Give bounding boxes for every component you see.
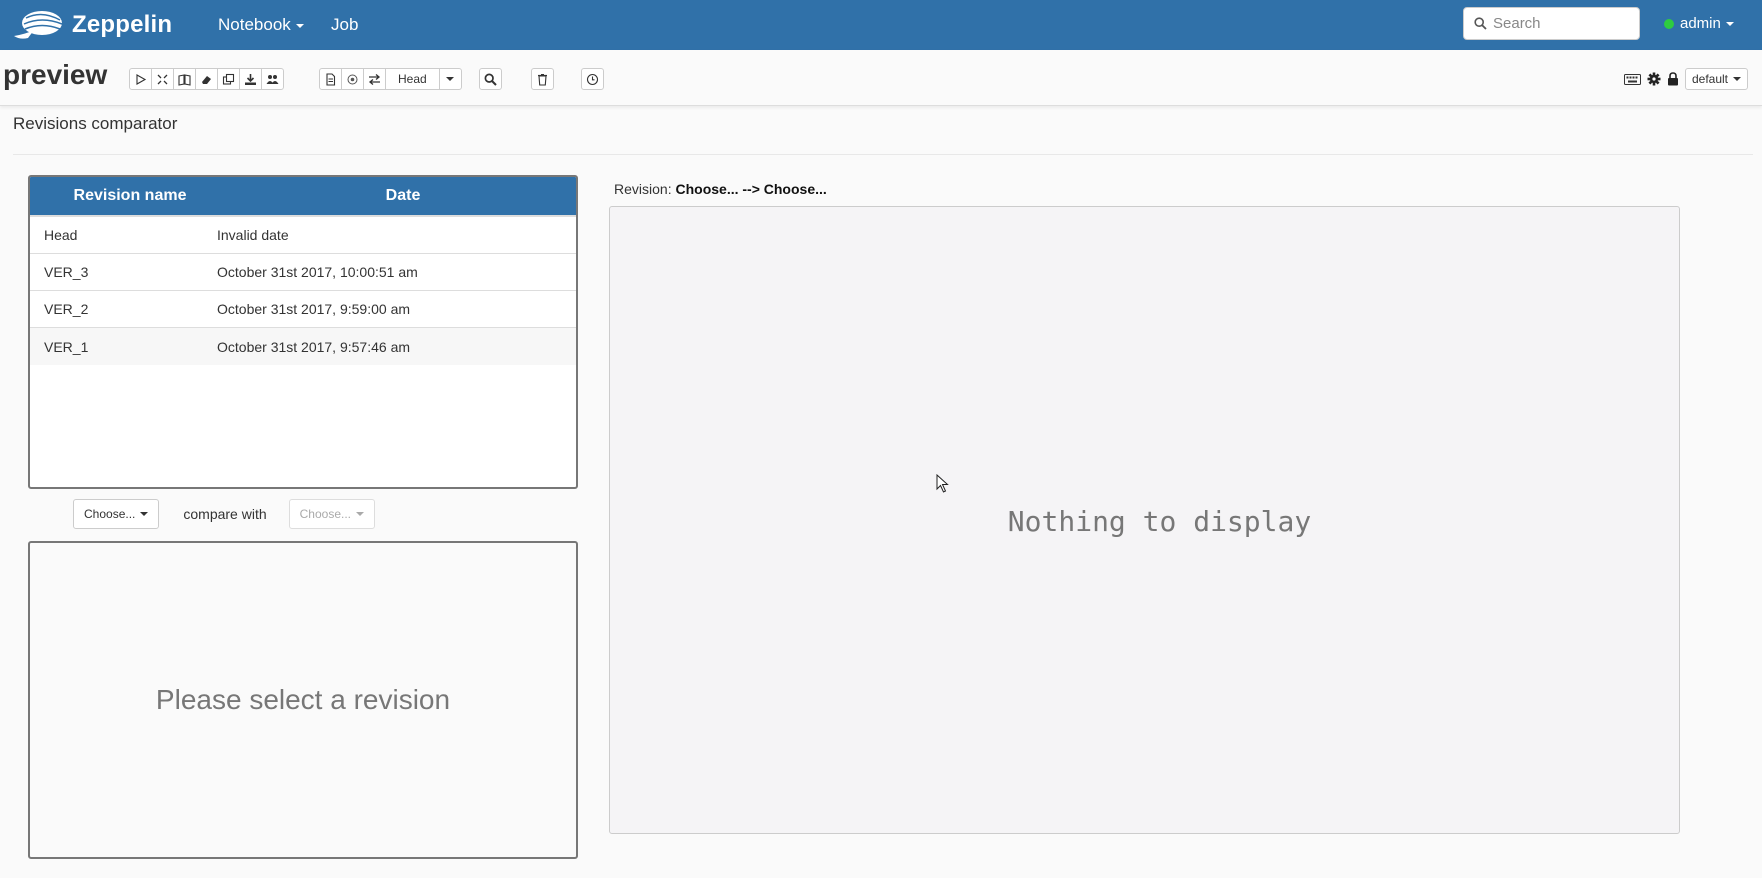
interpreter-settings-button[interactable]	[1647, 72, 1661, 86]
commit-icon	[347, 74, 358, 84]
commit-button[interactable]	[341, 68, 364, 90]
user-menu[interactable]: admin	[1664, 15, 1734, 32]
clear-output-button[interactable]	[195, 68, 218, 90]
empty-selection-message: Please select a revision	[155, 684, 451, 715]
revision-value: Choose... --> Choose...	[675, 181, 827, 197]
chevron-down-icon	[356, 512, 365, 516]
notebook-menu[interactable]: Notebook	[218, 15, 304, 35]
revision-name-cell: Head	[44, 227, 78, 243]
compare-controls: Choose... compare with Choose...	[73, 499, 376, 529]
revision-comparison-header: Revision: Choose... --> Choose...	[614, 181, 827, 197]
search-group	[479, 68, 502, 90]
revision-label: Revision:	[614, 181, 672, 197]
show-hide-output-icon	[178, 73, 191, 86]
notebook-menu-label: Notebook	[218, 15, 291, 34]
username: admin	[1680, 15, 1721, 32]
table-row[interactable]: VER_3 October 31st 2017, 10:00:51 am	[30, 254, 576, 291]
revision-date-cell: October 31st 2017, 10:00:51 am	[217, 264, 418, 280]
run-all-button[interactable]	[129, 68, 152, 90]
table-row[interactable]: VER_2 October 31st 2017, 9:59:00 am	[30, 291, 576, 328]
top-navbar: Zeppelin Notebook Job admin	[0, 0, 1762, 50]
note-title[interactable]: preview	[3, 59, 107, 91]
search-icon	[1474, 17, 1487, 30]
mouse-cursor-icon	[936, 474, 949, 493]
search-code-button[interactable]	[479, 68, 502, 90]
exchange-icon	[368, 73, 381, 85]
interpreter-binding-label: default	[1691, 72, 1728, 86]
revision-name-cell: VER_1	[44, 338, 89, 355]
version-control-button[interactable]	[319, 68, 342, 90]
diff-empty-message: Nothing to display	[1007, 505, 1312, 538]
keyboard-icon	[1623, 73, 1641, 85]
search-input[interactable]	[1491, 14, 1631, 33]
search-icon	[484, 73, 497, 86]
clone-icon	[222, 73, 235, 85]
show-hide-code-icon	[157, 74, 168, 84]
zeppelin-logo-icon	[14, 11, 63, 39]
comparator-title: Revisions comparator	[13, 114, 178, 133]
note-permissions-button[interactable]	[1667, 72, 1679, 86]
second-revision-label: Choose...	[299, 507, 352, 521]
online-status-icon	[1664, 18, 1674, 29]
revision-date-cell: Invalid date	[217, 227, 289, 243]
scheduler-button[interactable]	[581, 68, 604, 90]
download-icon	[245, 73, 256, 85]
revision-name-cell: VER_2	[44, 301, 89, 317]
chevron-down-icon	[446, 77, 455, 81]
version-control-group: Head	[319, 68, 462, 90]
chevron-down-icon	[295, 23, 304, 28]
clock-icon	[586, 73, 599, 85]
compare-with-label: compare with	[183, 506, 267, 522]
first-revision-dropdown[interactable]: Choose...	[73, 499, 160, 529]
brand-name: Zeppelin	[72, 11, 173, 38]
table-row[interactable]: Head Invalid date	[30, 217, 576, 254]
chevron-down-icon	[140, 512, 149, 516]
interpreter-binding-dropdown[interactable]: default	[1684, 68, 1748, 90]
diff-panel: Nothing to display	[609, 206, 1680, 834]
second-revision-dropdown[interactable]: Choose...	[288, 499, 376, 529]
trash-group	[531, 68, 554, 90]
show-hide-output-button[interactable]	[173, 68, 196, 90]
job-menu-label: Job	[331, 15, 359, 34]
column-header-date: Date	[385, 187, 421, 204]
brand-logo[interactable]: Zeppelin	[12, 6, 172, 44]
export-note-button[interactable]	[239, 68, 262, 90]
lock-icon	[1667, 72, 1678, 86]
clone-note-button[interactable]	[217, 68, 240, 90]
revision-selector-label: Head	[398, 72, 427, 86]
revision-name-cell: VER_3	[44, 264, 89, 280]
divider	[13, 154, 1753, 155]
permissions-button[interactable]	[261, 68, 284, 90]
search-box[interactable]	[1463, 7, 1640, 40]
revision-dropdown-button[interactable]	[438, 68, 462, 90]
gear-icon	[1647, 72, 1661, 86]
move-to-trash-button[interactable]	[531, 68, 554, 90]
eraser-icon	[202, 75, 211, 84]
first-revision-label: Choose...	[84, 507, 136, 521]
file-icon	[326, 72, 336, 86]
revisions-table-header: Revision name Date	[30, 177, 576, 217]
chevron-down-icon	[1733, 77, 1741, 81]
show-hide-code-button[interactable]	[151, 68, 174, 90]
scheduler-group	[581, 68, 604, 90]
revision-date-cell: October 31st 2017, 9:59:00 am	[217, 301, 411, 317]
note-toolbar: preview Head default	[0, 50, 1762, 106]
revision-date-cell: October 31st 2017, 9:57:46 am	[217, 338, 411, 355]
users-icon	[266, 74, 279, 84]
revisions-table: Revision name Date Head Invalid date VER…	[28, 175, 578, 489]
chevron-down-icon	[1725, 21, 1734, 26]
run-all-icon	[136, 73, 147, 85]
table-row[interactable]: VER_1 October 31st 2017, 9:57:46 am	[30, 328, 576, 365]
keyboard-shortcuts-button[interactable]	[1623, 73, 1641, 85]
compare-revisions-button[interactable]	[363, 68, 386, 90]
revision-preview-panel: Please select a revision	[28, 541, 578, 859]
note-settings-tools: default	[1623, 68, 1748, 90]
note-actions-group	[129, 68, 284, 90]
job-menu[interactable]: Job	[331, 15, 358, 35]
revision-selector[interactable]: Head	[385, 68, 440, 90]
trash-icon	[538, 73, 547, 86]
column-header-revision-name: Revision name	[73, 187, 187, 204]
